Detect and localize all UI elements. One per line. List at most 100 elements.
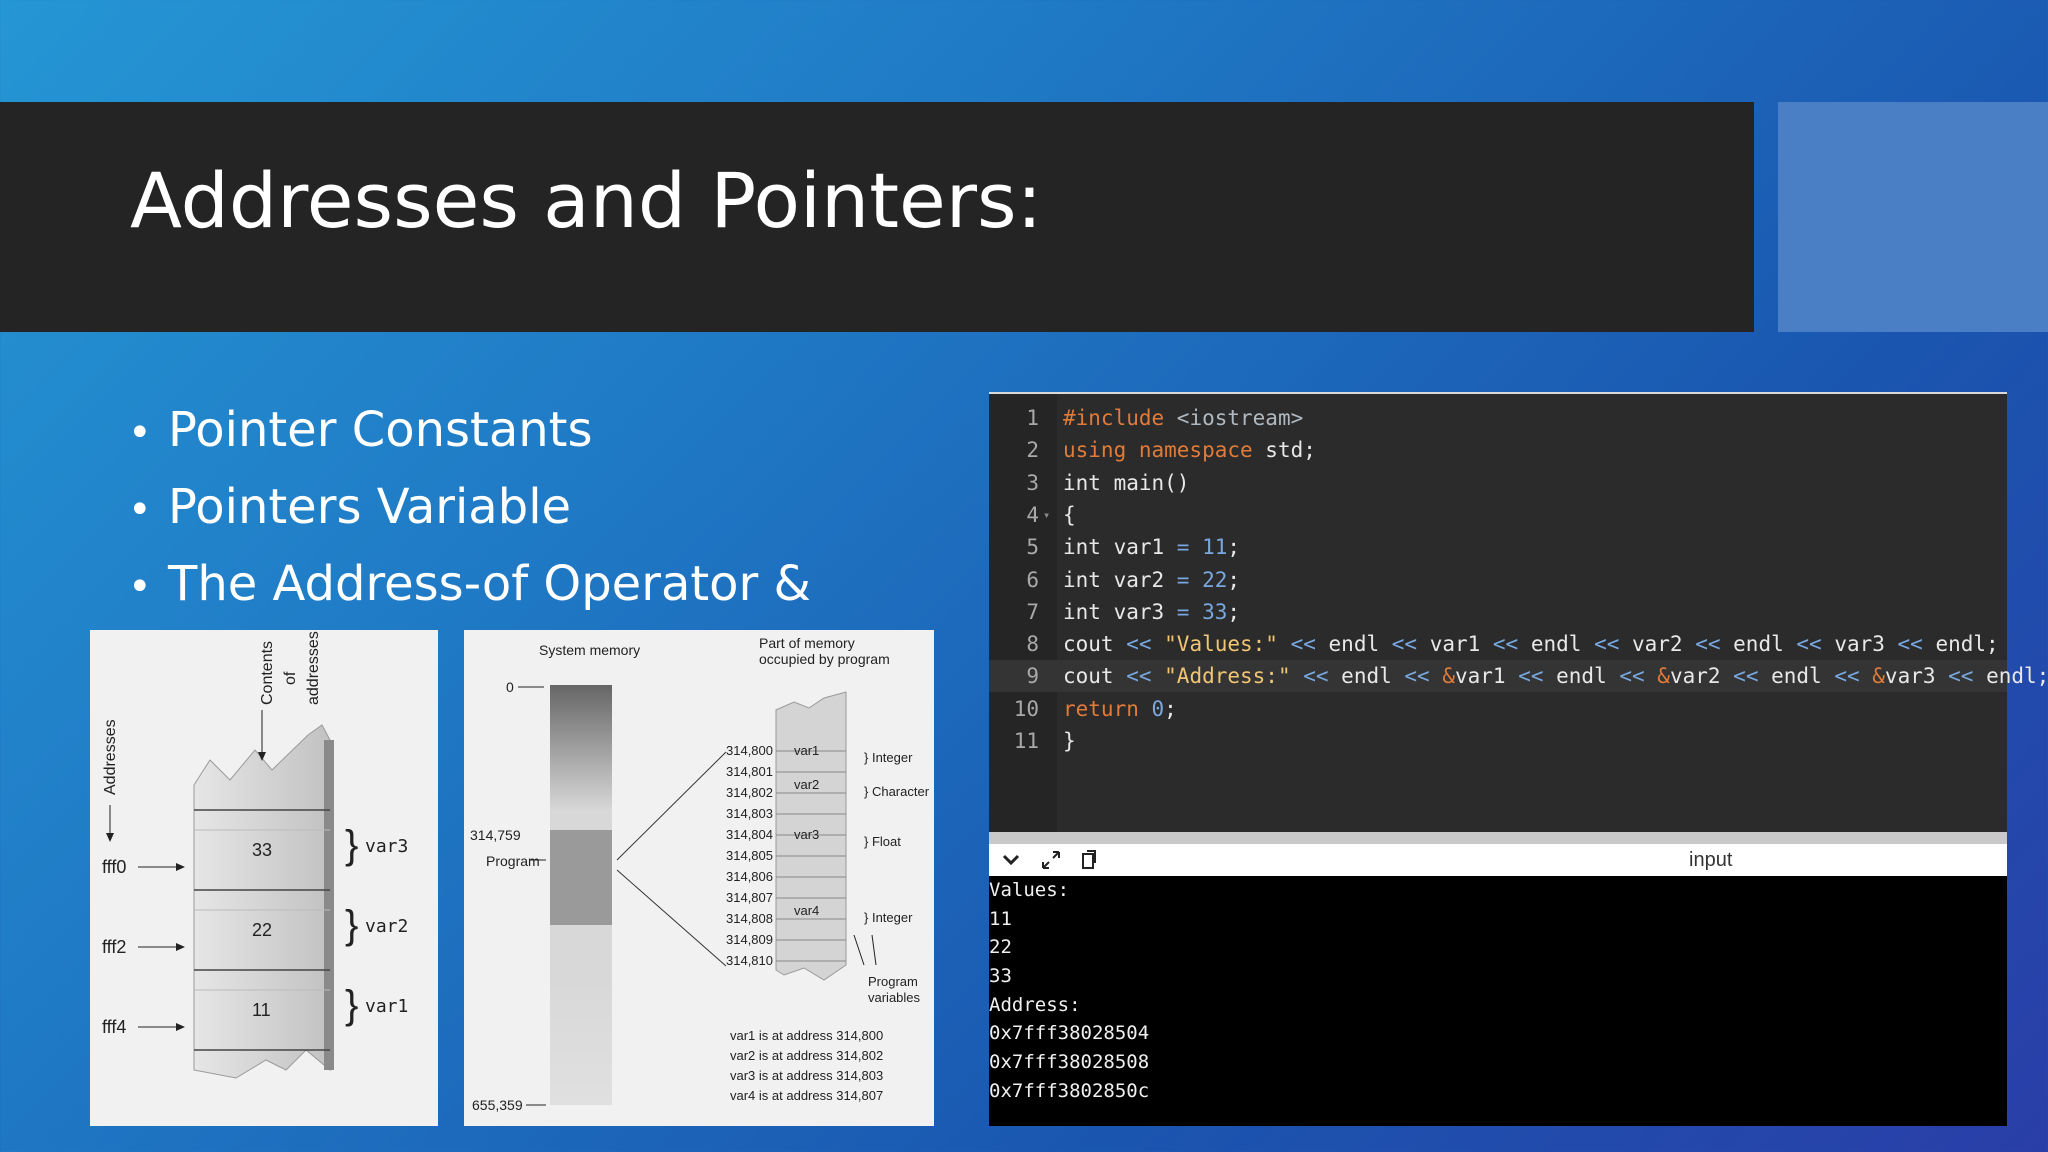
svg-text:22: 22	[252, 920, 272, 940]
line-number: 7	[1026, 599, 1039, 624]
svg-text:}: }	[345, 903, 358, 947]
line-number: 8	[1026, 632, 1039, 657]
code-line[interactable]: 2 using namespace std;	[989, 434, 2007, 466]
code-line[interactable]: 6 int var2 = 22;	[989, 564, 2007, 596]
svg-text:var3: var3	[365, 836, 408, 857]
code-line[interactable]: 7 int var3 = 33;	[989, 596, 2007, 628]
code-text: #include <iostream>	[1063, 406, 1304, 430]
code-text: cout << "Address:" << endl << &var1 << e…	[1063, 664, 2048, 689]
code-text: }	[1063, 729, 1076, 753]
chevron-down-icon[interactable]	[999, 848, 1023, 872]
svg-text:655,359: 655,359	[472, 1097, 523, 1113]
code-editor[interactable]: 1 #include <iostream> 2 using namespace std…	[989, 392, 2048, 834]
svg-text:314,759: 314,759	[470, 827, 521, 843]
svg-text:Program: Program	[868, 974, 918, 989]
code-text: {	[1063, 502, 1076, 527]
line-number: 2	[1026, 438, 1039, 463]
output-line: 0x7fff38028508	[989, 1051, 1150, 1074]
line-number: 6	[1026, 567, 1039, 592]
slide-title: Addresses and Pointers:	[130, 156, 1043, 245]
line-number: 10	[1013, 696, 1039, 721]
code-text: return 0;	[1063, 696, 1177, 721]
svg-text:variables: variables	[868, 990, 921, 1005]
system-memory-diagram: System memory Part of memory occupied by…	[464, 630, 934, 1126]
code-line[interactable]: 5 int var1 = 11;	[989, 531, 2007, 563]
bullet-item: • Pointer Constants	[128, 402, 593, 458]
svg-text:0: 0	[506, 679, 514, 695]
program-variable: var2	[794, 777, 819, 792]
output-console: Values: 11 22 33 Address: 0x7fff38028504 0x7ff…	[989, 876, 2007, 1126]
input-tab[interactable]: input	[1689, 844, 1732, 876]
variable-type: } Float	[864, 834, 901, 849]
svg-text:}: }	[345, 823, 358, 867]
variable-type: } Integer	[864, 910, 913, 925]
svg-text:var2: var2	[365, 916, 408, 937]
code-text: using namespace std;	[1063, 438, 1316, 463]
svg-text:var3 is at address 314,803: var3 is at address 314,803	[730, 1068, 883, 1083]
expand-icon[interactable]	[1039, 848, 1063, 872]
variable-type: } Integer	[864, 750, 913, 765]
memory-address: 314,800	[726, 743, 773, 758]
accent-box	[1778, 102, 2048, 332]
output-line: 11	[989, 907, 1012, 930]
code-line[interactable]: 8 cout << "Values:" << endl << var1 << en…	[989, 628, 2007, 660]
output-line: 0x7fff3802850c	[989, 1079, 1150, 1102]
line-number: 1	[1026, 406, 1039, 430]
memory-address: 314,808	[726, 911, 773, 926]
program-variable: var3	[794, 827, 819, 842]
line-number: 5	[1026, 535, 1039, 560]
svg-text:occupied by program: occupied by program	[759, 651, 890, 667]
output-line: 33	[989, 965, 1012, 988]
code-text: cout << "Values:" << endl << var1 << end…	[1063, 632, 1999, 657]
fold-icon[interactable]: ▾	[1043, 499, 1050, 531]
address-diagram: Addresses Contents of addresses fff0 33 …	[90, 630, 438, 1126]
memory-address: 314,805	[726, 848, 773, 863]
memory-address: 314,807	[726, 890, 773, 905]
code-text: int main()	[1063, 470, 1190, 495]
svg-text:System memory: System memory	[539, 642, 640, 658]
output-line: 0x7fff38028504	[989, 1022, 1150, 1045]
program-variable: var4	[794, 903, 819, 918]
code-line[interactable]: 1 #include <iostream>	[989, 402, 2007, 434]
bullet-item: • The Address-of Operator &	[128, 556, 811, 612]
output-line: Values:	[989, 879, 1070, 901]
variable-type: } Character	[864, 784, 930, 799]
svg-text:var4 is at address 314,807: var4 is at address 314,807	[730, 1088, 883, 1103]
axis-label: Addresses	[102, 719, 119, 795]
code-line[interactable]: 10 return 0;	[989, 693, 2007, 725]
svg-text:fff2: fff2	[102, 937, 126, 957]
memory-address: 314,806	[726, 869, 773, 884]
copy-icon[interactable]	[1077, 848, 1101, 872]
code-line[interactable]: 9 cout << "Address:" << endl << &var1 << …	[989, 660, 2048, 693]
output-line: 22	[989, 936, 1012, 959]
code-line[interactable]: 11}	[989, 725, 2007, 757]
bullet-item: • Pointers Variable	[128, 479, 572, 535]
io-toolbar: input	[989, 844, 2007, 876]
line-number: 3	[1026, 470, 1039, 495]
svg-text:fff0: fff0	[102, 857, 126, 877]
memory-address: 314,810	[726, 953, 773, 968]
memory-address: 314,803	[726, 806, 773, 821]
code-line[interactable]: 3 int main()	[989, 467, 2007, 499]
svg-text:var1: var1	[365, 996, 408, 1017]
contents-label: Contents	[259, 641, 276, 705]
code-text: int var2 = 22;	[1063, 567, 1241, 592]
svg-text:}: }	[345, 983, 358, 1027]
svg-text:11: 11	[252, 1000, 271, 1020]
memory-address: 314,801	[726, 764, 773, 779]
program-variable: var1	[794, 743, 819, 758]
svg-text:var2 is at address 314,802: var2 is at address 314,802	[730, 1048, 883, 1063]
code-line[interactable]: 4 ▾ {	[989, 499, 2007, 531]
contents-label: addresses	[305, 631, 322, 705]
line-number: 11	[1013, 729, 1039, 753]
svg-text:Program: Program	[486, 853, 540, 869]
svg-text:Part of memory: Part of memory	[759, 635, 855, 651]
contents-label: of	[282, 671, 299, 685]
memory-address: 314,802	[726, 785, 773, 800]
bullet-list: • Pointer Constants • Pointers Variable • T…	[128, 392, 811, 623]
memory-address: 314,809	[726, 932, 773, 947]
line-number: 9	[1026, 664, 1039, 689]
output-line: Address:	[989, 993, 1081, 1016]
panel-splitter[interactable]	[989, 832, 2007, 844]
memory-address: 314,804	[726, 827, 773, 842]
